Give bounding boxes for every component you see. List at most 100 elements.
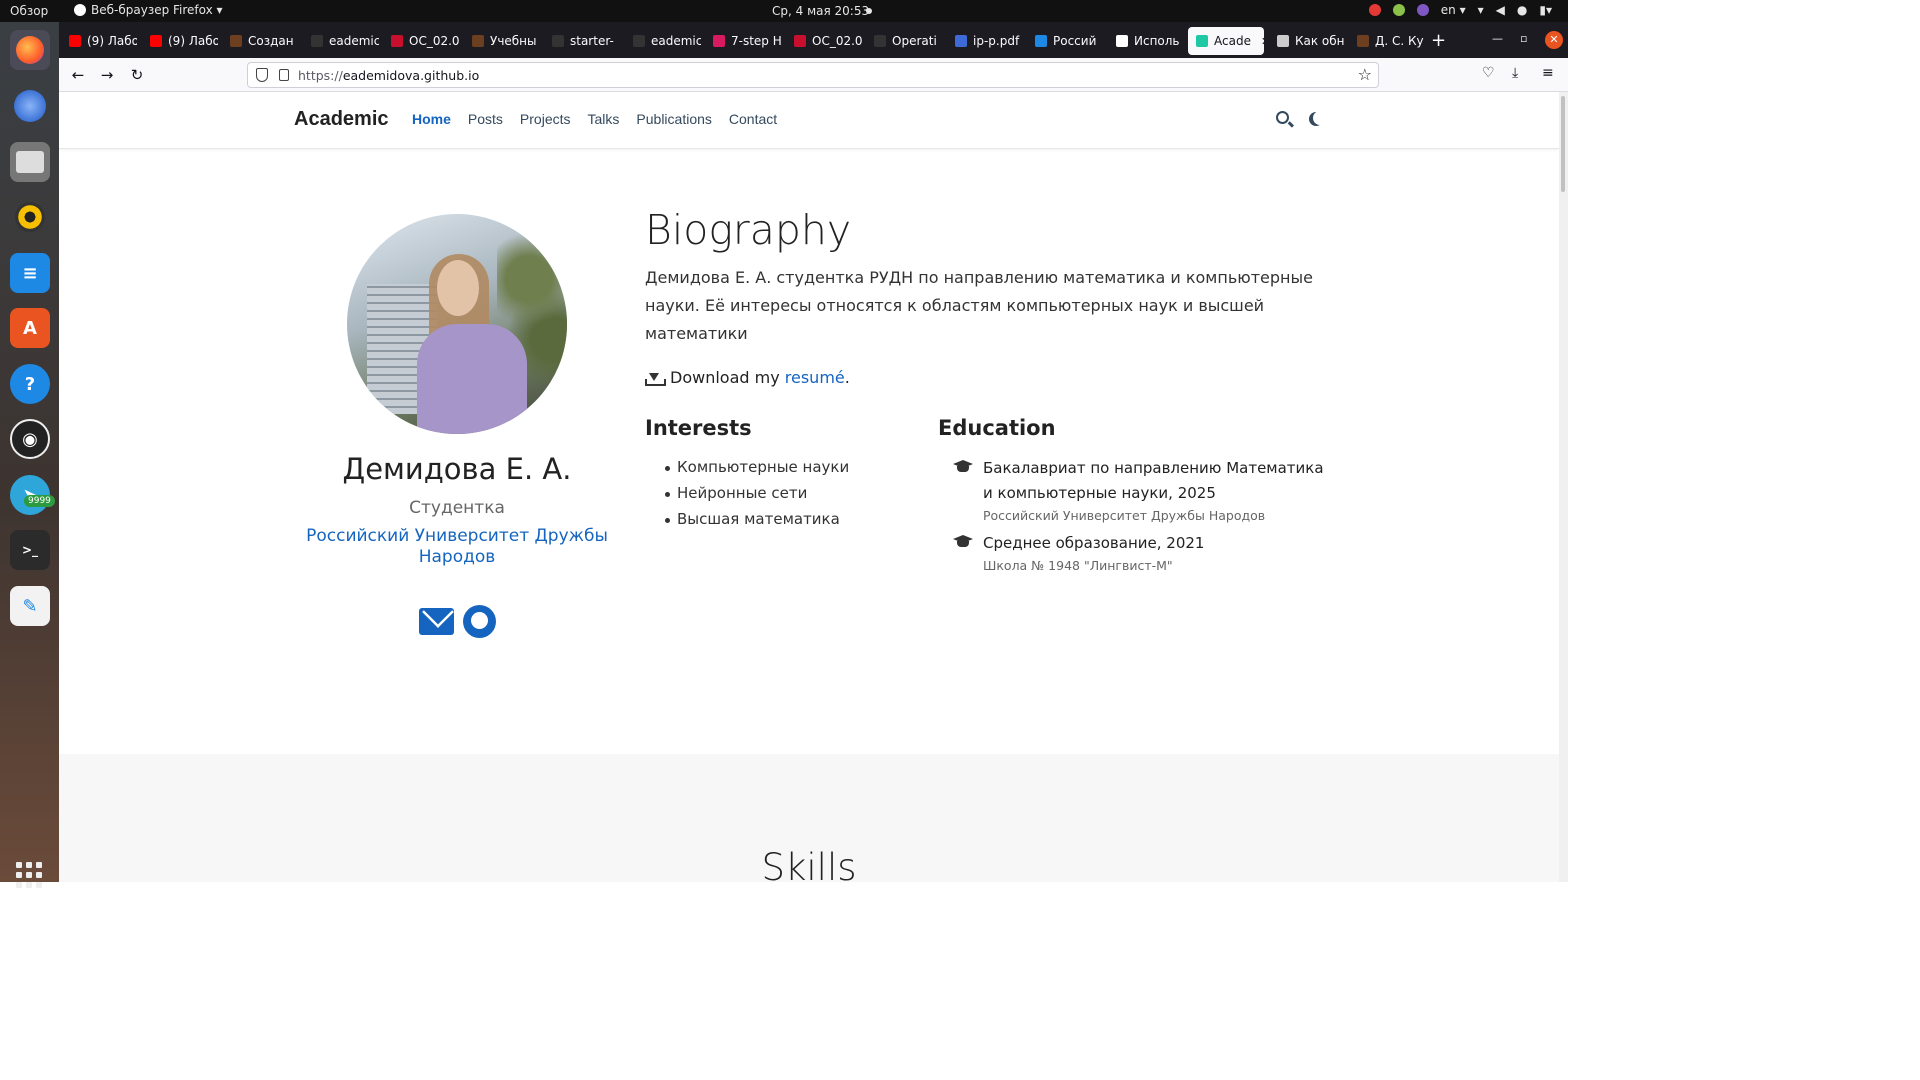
lock-icon[interactable] [279, 69, 289, 81]
system-top-bar: Обзор Веб-браузер Firefox ▾ Ср, 4 мая 20… [0, 0, 1568, 22]
nav-link-publications[interactable]: Publications [636, 111, 712, 127]
tab-favicon-icon [1357, 35, 1369, 47]
writer-dock-icon[interactable]: ≡ [10, 253, 50, 293]
tab-favicon-icon [1196, 35, 1208, 47]
tab-label: 7-step H [731, 34, 781, 48]
system-tray[interactable]: en ▾ ▾ ◀ ● ▮▾ [1368, 3, 1552, 17]
browser-tab[interactable]: Исполь [1108, 27, 1184, 55]
files-dock-icon[interactable] [10, 142, 50, 182]
navigation-toolbar: ← → ↻ https://eademidova.github.io ☆ ♡ ⤓… [59, 58, 1568, 92]
scrollbar-thumb[interactable] [1561, 96, 1565, 192]
text-editor-dock-icon[interactable]: ✎ [10, 586, 50, 626]
profile-organization[interactable]: Российский Университет Дружбы Народов [291, 526, 623, 568]
forward-button[interactable]: → [97, 65, 117, 85]
clock[interactable]: Ср, 4 мая 20:53 [772, 4, 869, 18]
browser-tab[interactable]: Создан [222, 27, 298, 55]
tab-label: eademic [329, 34, 379, 48]
biography-title: Biography [645, 206, 852, 254]
tab-label: ОС_02.0 [812, 34, 862, 48]
browser-tab[interactable]: eademic [625, 27, 701, 55]
maximize-button[interactable]: ▫ [1520, 32, 1527, 45]
microphone-icon[interactable]: ● [1517, 3, 1527, 17]
nav-link-posts[interactable]: Posts [468, 111, 503, 127]
tab-label: starter- [570, 34, 614, 48]
terminal-dock-icon[interactable]: >_ [10, 530, 50, 570]
tab-label: Operati [892, 34, 937, 48]
download-resume: Download my resumé. [645, 368, 850, 387]
obs-dock-icon[interactable]: ◉ [10, 419, 50, 459]
browser-tab[interactable]: Россий [1027, 27, 1103, 55]
browser-tab[interactable]: ОС_02.0 [383, 27, 459, 55]
tab-label: eademic [651, 34, 701, 48]
chrome-indicator-icon[interactable] [1368, 4, 1381, 16]
browser-tab[interactable]: (9) Лабо [142, 27, 218, 55]
resume-link[interactable]: resumé [785, 368, 845, 387]
browser-tab[interactable]: Acade ✕ [1188, 27, 1264, 55]
education-item: Среднее образование, 2021 Школа № 1948 "… [952, 531, 1332, 573]
tab-strip: (9) Лабо (9) Лабо Создан eademic ОС_02.0 Учеб… [59, 22, 1568, 58]
url-bar[interactable]: https://eademidova.github.io ☆ [247, 62, 1379, 88]
minimize-button[interactable]: — [1492, 32, 1503, 45]
github-icon[interactable] [463, 605, 496, 638]
list-item: Нейронные сети [665, 484, 849, 510]
tracking-protection-icon[interactable] [256, 68, 268, 82]
skills-title: Skills [761, 846, 857, 882]
avatar [347, 214, 567, 434]
bookmark-star-icon[interactable]: ☆ [1358, 65, 1372, 84]
close-window-button[interactable]: ✕ [1545, 31, 1563, 49]
rhythmbox-dock-icon[interactable] [10, 197, 50, 237]
tab-favicon-icon [1277, 35, 1289, 47]
tab-favicon-icon [874, 35, 886, 47]
close-tab-icon[interactable]: ✕ [1261, 35, 1264, 48]
show-apps-icon[interactable] [16, 862, 42, 888]
education-title: Education [938, 416, 1056, 440]
volume-icon[interactable]: ◀ [1496, 3, 1505, 17]
list-item: Компьютерные науки [665, 458, 849, 484]
nav-link-talks[interactable]: Talks [588, 111, 620, 127]
app-menu[interactable]: Веб-браузер Firefox ▾ [74, 3, 223, 17]
back-button[interactable]: ← [68, 65, 88, 85]
nav-link-projects[interactable]: Projects [520, 111, 571, 127]
thunderbird-dock-icon[interactable] [10, 86, 50, 126]
url-text[interactable]: https://eademidova.github.io [298, 68, 479, 83]
menu-icon[interactable]: ≡ [1542, 65, 1554, 81]
dark-mode-icon[interactable] [1313, 111, 1327, 125]
headphones-icon[interactable] [1392, 4, 1405, 16]
page-scrollbar[interactable] [1559, 92, 1568, 882]
new-tab-button[interactable]: + [1431, 30, 1446, 51]
web-page: Academic Home Posts Projects Talks Publicati… [59, 92, 1559, 882]
help-dock-icon[interactable]: ? [10, 364, 50, 404]
nav-link-home[interactable]: Home [412, 111, 451, 127]
pocket-icon[interactable]: ♡ [1482, 65, 1495, 81]
browser-tab[interactable]: ip-p.pdf [947, 27, 1023, 55]
firefox-dock-icon[interactable] [10, 30, 50, 70]
nav-link-contact[interactable]: Contact [729, 111, 777, 127]
browser-tab[interactable]: Как обн [1269, 27, 1345, 55]
software-dock-icon[interactable]: A [10, 308, 50, 348]
tab-label: Россий [1053, 34, 1097, 48]
wifi-icon[interactable]: ▾ [1478, 3, 1484, 17]
notification-dot [866, 8, 872, 14]
browser-tab[interactable]: eademic [303, 27, 379, 55]
activities-button[interactable]: Обзор [10, 4, 48, 18]
tab-favicon-icon [1035, 35, 1047, 47]
downloads-icon[interactable]: ⤓ [1512, 65, 1518, 81]
site-brand[interactable]: Academic [294, 108, 389, 131]
browser-tab[interactable]: (9) Лабо [61, 27, 137, 55]
browser-tab[interactable]: starter- [544, 27, 620, 55]
education-item: Бакалавриат по направлению Математика и … [952, 456, 1332, 523]
reload-button[interactable]: ↻ [127, 65, 147, 85]
site-navbar: Academic Home Posts Projects Talks Publicati… [59, 92, 1559, 149]
browser-tab[interactable]: 7-step H [705, 27, 781, 55]
tab-label: Учебны [490, 34, 537, 48]
extension-icon[interactable] [1416, 4, 1429, 16]
browser-tab[interactable]: ОС_02.0 [786, 27, 862, 55]
language-indicator[interactable]: en ▾ [1441, 3, 1466, 17]
browser-tab[interactable]: Д. С. Ку [1349, 27, 1425, 55]
email-icon[interactable] [419, 608, 454, 635]
download-icon [645, 369, 666, 386]
browser-tab[interactable]: Operati [866, 27, 942, 55]
search-icon[interactable] [1276, 111, 1289, 124]
battery-icon[interactable]: ▮▾ [1539, 3, 1552, 17]
browser-tab[interactable]: Учебны [464, 27, 540, 55]
